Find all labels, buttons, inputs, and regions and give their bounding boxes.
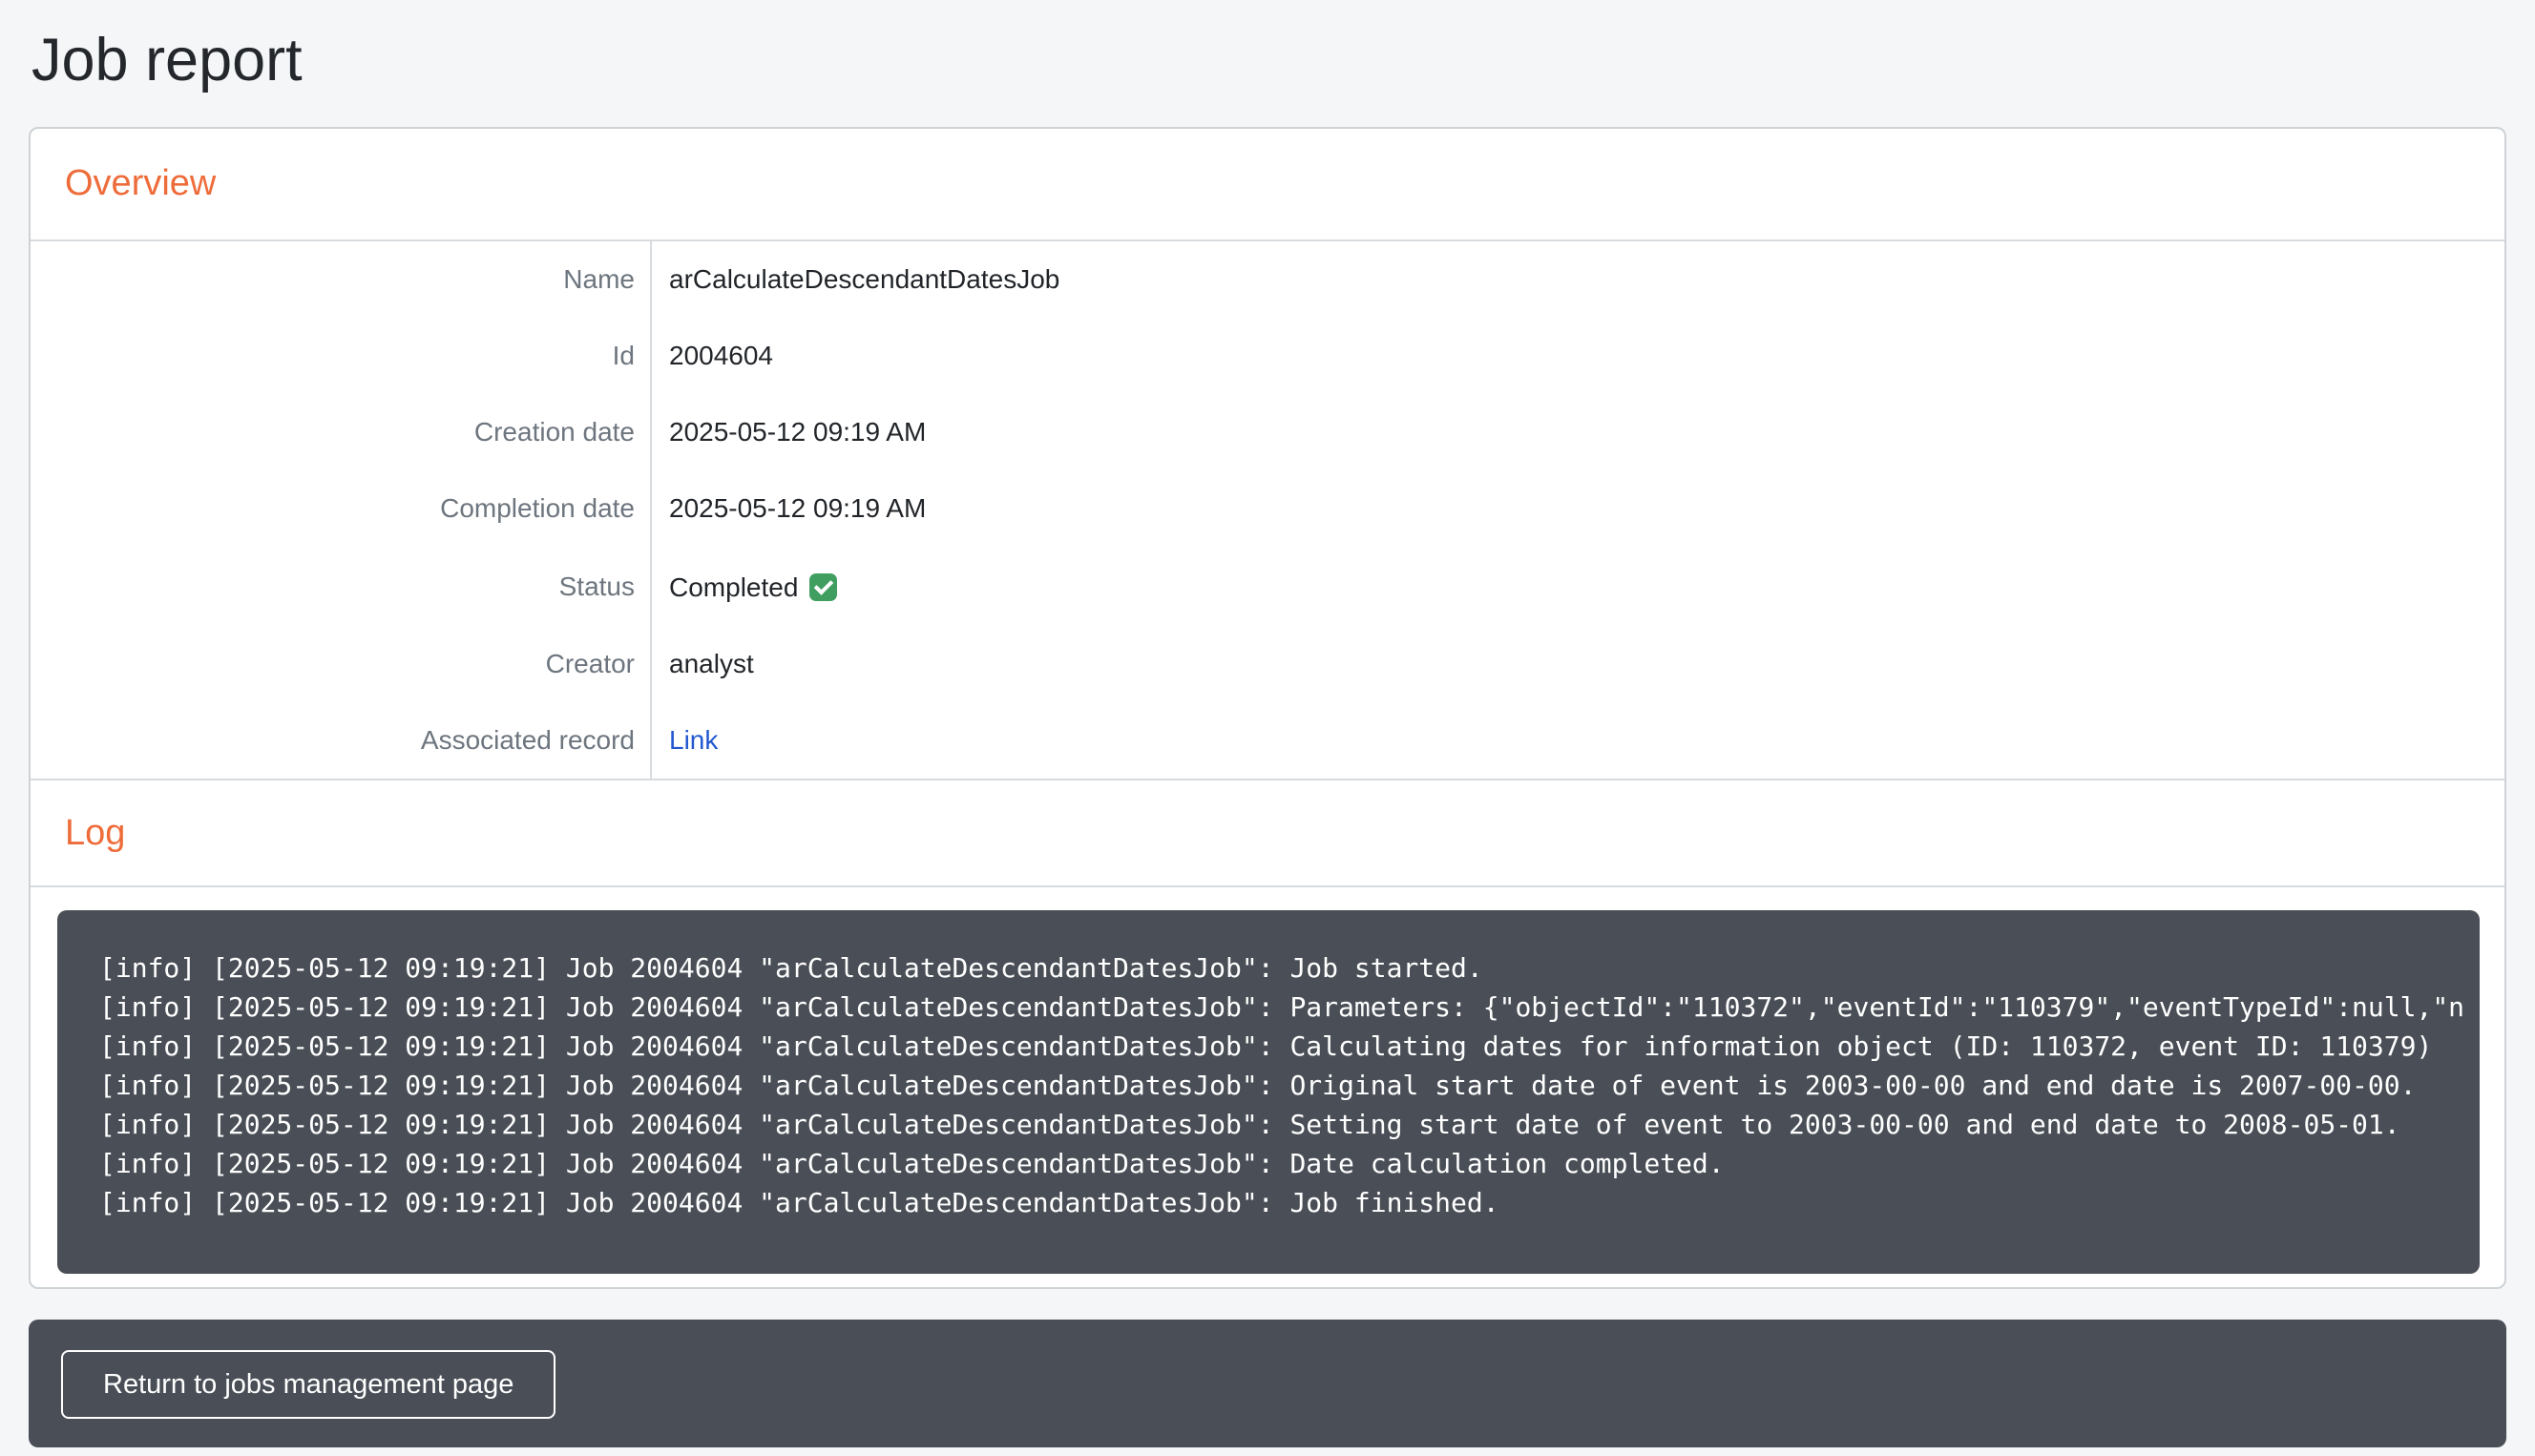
row-value: analyst xyxy=(651,626,2504,702)
row-label: Creation date xyxy=(31,394,651,470)
log-line: [info] [2025-05-12 09:19:21] Job 2004604… xyxy=(99,948,2480,988)
page-title: Job report xyxy=(31,23,2506,98)
row-value: 2025-05-12 09:19 AM xyxy=(651,394,2504,470)
log-output: [info] [2025-05-12 09:19:21] Job 2004604… xyxy=(57,910,2480,1274)
log-line: [info] [2025-05-12 09:19:21] Job 2004604… xyxy=(99,1183,2480,1222)
overview-table-wrap: Name arCalculateDescendantDatesJob Id 20… xyxy=(31,241,2504,780)
table-row-associated-record: Associated record Link xyxy=(31,702,2504,779)
row-label: Associated record xyxy=(31,702,651,779)
table-row-status: Status Completed xyxy=(31,547,2504,626)
actions-bar: Return to jobs management page xyxy=(29,1320,2506,1447)
row-label: Name xyxy=(31,241,651,318)
return-to-jobs-button[interactable]: Return to jobs management page xyxy=(61,1350,555,1419)
row-value: 2025-05-12 09:19 AM xyxy=(651,470,2504,547)
log-section-heading: Log xyxy=(31,780,2504,887)
log-line: [info] [2025-05-12 09:19:21] Job 2004604… xyxy=(99,1105,2480,1144)
log-line: [info] [2025-05-12 09:19:21] Job 2004604… xyxy=(99,1027,2480,1066)
table-row-creation-date: Creation date 2025-05-12 09:19 AM xyxy=(31,394,2504,470)
job-report-page: Job report Overview Name arCalculateDesc… xyxy=(0,0,2535,1447)
associated-record-link[interactable]: Link xyxy=(669,725,718,755)
overview-section-heading: Overview xyxy=(31,129,2504,241)
report-card: Overview Name arCalculateDescendantDates… xyxy=(29,127,2506,1289)
row-label: Id xyxy=(31,318,651,394)
log-line: [info] [2025-05-12 09:19:21] Job 2004604… xyxy=(99,1066,2480,1105)
table-row-id: Id 2004604 xyxy=(31,318,2504,394)
log-line: [info] [2025-05-12 09:19:21] Job 2004604… xyxy=(99,988,2480,1027)
row-value: 2004604 xyxy=(651,318,2504,394)
table-row-name: Name arCalculateDescendantDatesJob xyxy=(31,241,2504,318)
status-text: Completed xyxy=(669,572,798,602)
row-label: Completion date xyxy=(31,470,651,547)
completed-check-icon xyxy=(809,573,837,601)
row-value: Link xyxy=(651,702,2504,779)
row-label: Status xyxy=(31,547,651,626)
row-label: Creator xyxy=(31,626,651,702)
table-row-creator: Creator analyst xyxy=(31,626,2504,702)
row-value: arCalculateDescendantDatesJob xyxy=(651,241,2504,318)
log-line: [info] [2025-05-12 09:19:21] Job 2004604… xyxy=(99,1144,2480,1183)
overview-table: Name arCalculateDescendantDatesJob Id 20… xyxy=(31,241,2504,779)
table-row-completion-date: Completion date 2025-05-12 09:19 AM xyxy=(31,470,2504,547)
row-value: Completed xyxy=(651,547,2504,626)
